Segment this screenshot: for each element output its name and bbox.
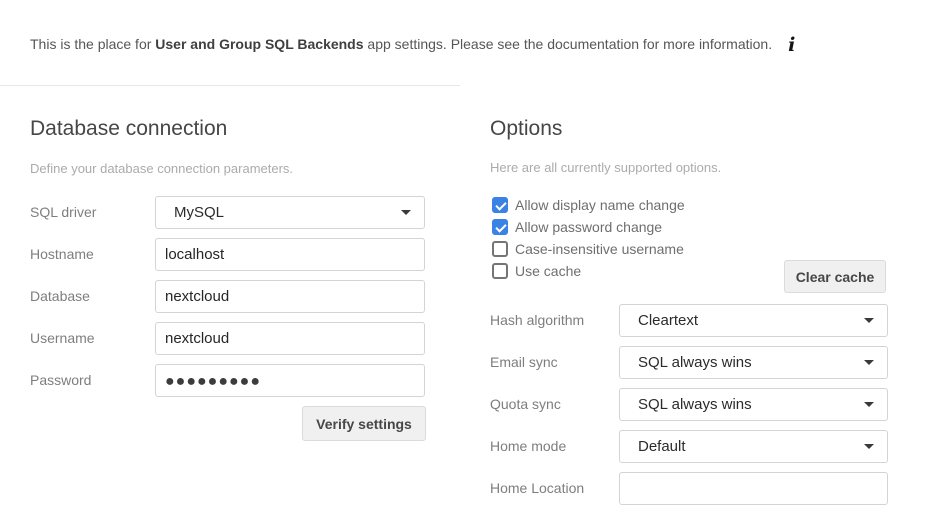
home-mode-row: Home mode Default bbox=[490, 430, 888, 463]
home-location-label: Home Location bbox=[490, 472, 584, 505]
chevron-down-icon bbox=[864, 444, 874, 449]
sql-driver-selected-value: MySQL bbox=[174, 204, 224, 221]
hash-algorithm-row: Hash algorithm Cleartext bbox=[490, 304, 888, 337]
sql-driver-label: SQL driver bbox=[30, 196, 96, 229]
allow-display-name-change-checkbox[interactable] bbox=[492, 197, 508, 213]
app-info-note: This is the place for User and Group SQL… bbox=[30, 34, 820, 56]
username-label: Username bbox=[30, 322, 95, 355]
database-connection-title: Database connection bbox=[30, 117, 227, 141]
case-insensitive-username-row: Case-insensitive username bbox=[492, 240, 684, 258]
email-sync-label: Email sync bbox=[490, 346, 558, 379]
username-row: Username bbox=[30, 322, 425, 355]
chevron-down-icon bbox=[864, 318, 874, 323]
allow-display-name-change-row: Allow display name change bbox=[492, 196, 685, 214]
allow-password-change-row: Allow password change bbox=[492, 218, 662, 236]
home-mode-select[interactable]: Default bbox=[619, 430, 888, 463]
sql-driver-row: SQL driver MySQL bbox=[30, 196, 425, 229]
home-location-row: Home Location bbox=[490, 472, 888, 505]
hash-algorithm-selected-value: Cleartext bbox=[638, 312, 698, 329]
hostname-input[interactable] bbox=[155, 238, 425, 271]
database-input[interactable] bbox=[155, 280, 425, 313]
allow-password-change-label: Allow password change bbox=[515, 219, 662, 235]
chevron-down-icon bbox=[401, 210, 411, 215]
options-subtitle: Here are all currently supported options… bbox=[490, 160, 721, 175]
home-mode-selected-value: Default bbox=[638, 438, 686, 455]
hostname-row: Hostname bbox=[30, 238, 425, 271]
use-cache-checkbox[interactable] bbox=[492, 263, 508, 279]
section-divider bbox=[0, 85, 460, 86]
sql-backends-settings-page: This is the place for User and Group SQL… bbox=[0, 0, 950, 525]
case-insensitive-username-checkbox[interactable] bbox=[492, 241, 508, 257]
clear-cache-button[interactable]: Clear cache bbox=[784, 260, 886, 293]
quota-sync-row: Quota sync SQL always wins bbox=[490, 388, 888, 421]
home-location-input[interactable] bbox=[619, 472, 888, 505]
use-cache-row: Use cache bbox=[492, 262, 581, 280]
case-insensitive-username-label: Case-insensitive username bbox=[515, 241, 684, 257]
hash-algorithm-select[interactable]: Cleartext bbox=[619, 304, 888, 337]
chevron-down-icon bbox=[864, 360, 874, 365]
password-input[interactable] bbox=[155, 364, 425, 397]
quota-sync-select[interactable]: SQL always wins bbox=[619, 388, 888, 421]
email-sync-selected-value: SQL always wins bbox=[638, 354, 752, 371]
hash-algorithm-label: Hash algorithm bbox=[490, 304, 584, 337]
email-sync-select[interactable]: SQL always wins bbox=[619, 346, 888, 379]
info-text-before: This is the place for bbox=[30, 36, 155, 52]
info-text-after: app settings. Please see the documentati… bbox=[364, 36, 773, 52]
database-connection-subtitle: Define your database connection paramete… bbox=[30, 161, 293, 176]
home-mode-label: Home mode bbox=[490, 430, 566, 463]
chevron-down-icon bbox=[864, 402, 874, 407]
hostname-label: Hostname bbox=[30, 238, 94, 271]
verify-settings-button[interactable]: Verify settings bbox=[302, 406, 426, 441]
use-cache-label: Use cache bbox=[515, 263, 581, 279]
quota-sync-label: Quota sync bbox=[490, 388, 561, 421]
database-label: Database bbox=[30, 280, 90, 313]
quota-sync-selected-value: SQL always wins bbox=[638, 396, 752, 413]
username-input[interactable] bbox=[155, 322, 425, 355]
allow-display-name-change-label: Allow display name change bbox=[515, 197, 685, 213]
app-name: User and Group SQL Backends bbox=[155, 36, 363, 52]
options-title: Options bbox=[490, 117, 562, 141]
sql-driver-select[interactable]: MySQL bbox=[155, 196, 425, 229]
allow-password-change-checkbox[interactable] bbox=[492, 219, 508, 235]
password-row: Password bbox=[30, 364, 425, 397]
info-icon[interactable]: i bbox=[788, 34, 795, 56]
email-sync-row: Email sync SQL always wins bbox=[490, 346, 888, 379]
database-row: Database bbox=[30, 280, 425, 313]
password-label: Password bbox=[30, 364, 91, 397]
